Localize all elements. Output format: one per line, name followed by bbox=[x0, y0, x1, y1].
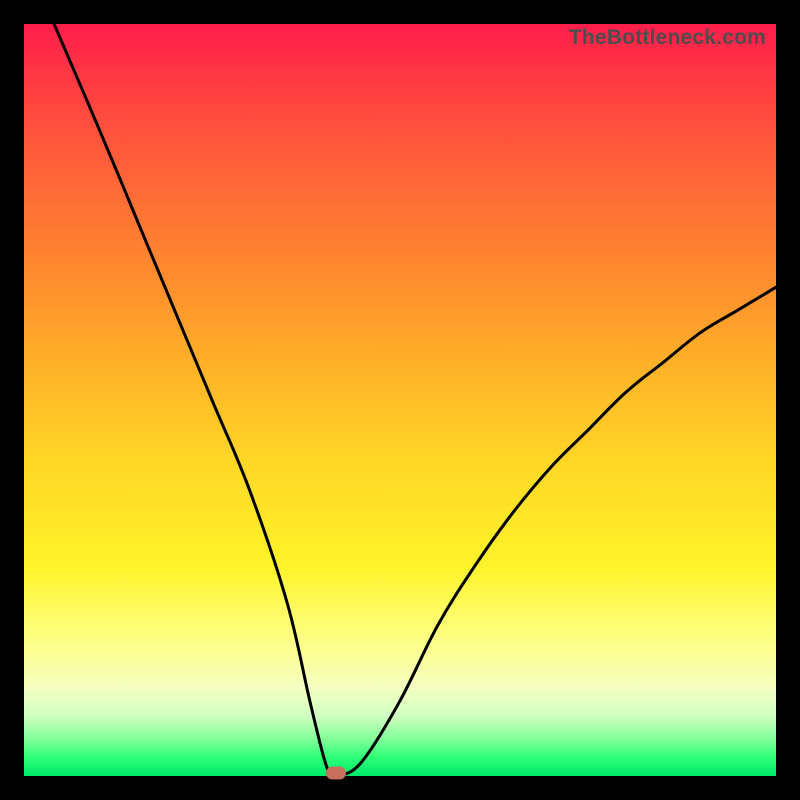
bottleneck-marker bbox=[326, 767, 346, 780]
chart-curve bbox=[24, 24, 776, 776]
plot-area: TheBottleneck.com bbox=[24, 24, 776, 776]
watermark-text: TheBottleneck.com bbox=[569, 26, 766, 50]
chart-frame: TheBottleneck.com bbox=[0, 0, 800, 800]
